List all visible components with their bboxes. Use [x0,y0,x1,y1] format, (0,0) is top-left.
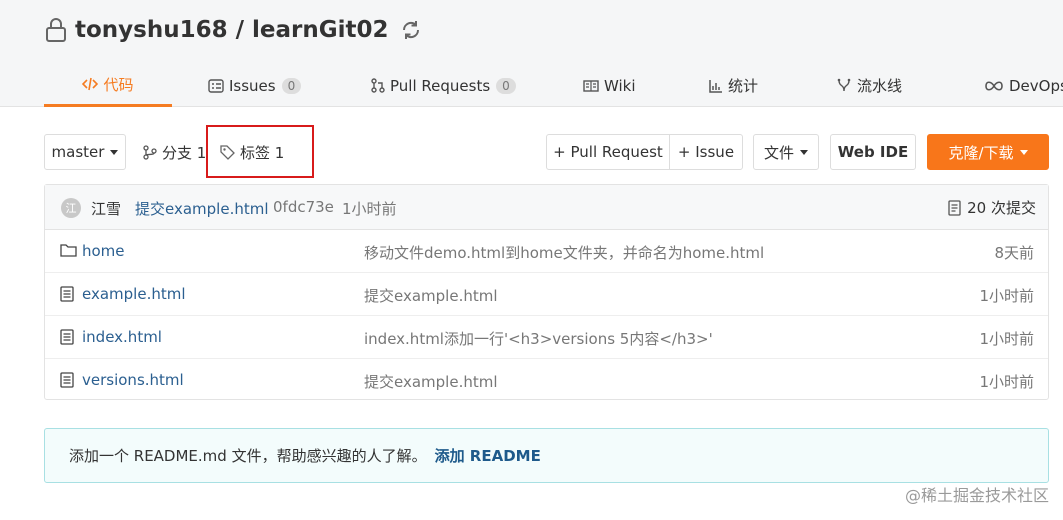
code-icon [82,77,99,91]
repo-title[interactable]: tonyshu168 / learnGit02 [75,17,389,43]
avatar[interactable]: 江 [61,198,81,218]
latest-commit-bar: 江 江雪 提交example.html 0fdc73e 1小时前 20 次提交 [45,185,1048,230]
file-name[interactable]: home [82,242,125,260]
clone-download-button[interactable]: 克隆/下载 [927,134,1049,170]
tab-label: 代码 [103,75,134,94]
commit-time: 1小时前 [342,200,397,218]
file-commit-message[interactable]: index.html添加一行'<h3>versions 5内容</h3>' [364,328,713,349]
branches-link[interactable]: 分支 1 [143,134,206,170]
file-icon [60,329,74,345]
web-ide-button[interactable]: Web IDE [830,134,916,170]
tab-wiki[interactable]: Wiki [583,64,636,107]
file-name[interactable]: versions.html [82,371,184,389]
new-issue-button[interactable]: + Issue [669,134,743,170]
file-commit-message[interactable]: 移动文件demo.html到home文件夹，并命名为home.html [364,242,764,263]
file-icon [60,286,74,302]
tab-label: 流水线 [857,77,903,95]
file-menu-label: 文件 [763,143,794,162]
pr-count-badge: 0 [496,77,516,94]
commit-author[interactable]: 江雪 [91,198,121,219]
file-time: 1小时前 [979,373,1034,391]
issues-count-badge: 0 [281,77,302,94]
tab-pull-requests[interactable]: Pull Requests 0 [371,64,516,107]
file-name[interactable]: index.html [82,328,162,346]
tab-issues[interactable]: Issues 0 [208,64,302,107]
web-ide-label: Web IDE [837,143,909,161]
file-table: 江 江雪 提交example.html 0fdc73e 1小时前 20 次提交 … [44,184,1049,400]
new-pull-request-button[interactable]: + Pull Request [546,134,670,170]
file-time: 1小时前 [979,330,1034,348]
tab-label: Pull Requests [390,76,491,95]
readme-notice-text: 添加一个 README.md 文件，帮助感兴趣的人了解。 [69,447,427,465]
new-pull-request-label: + Pull Request [553,143,663,161]
tab-label: 统计 [728,77,759,95]
tab-pipeline[interactable]: 流水线 [836,64,902,107]
tab-label: Issues [229,76,276,95]
commits-icon [948,199,961,216]
chevron-down-icon [1019,149,1028,155]
pull-request-icon [371,78,385,93]
watermark: @稀土掘金技术社区 [904,486,1049,505]
tab-label: Wiki [604,76,636,95]
branch-icon [143,144,157,160]
table-row[interactable]: example.html 提交example.html 1小时前 [45,273,1048,316]
branch-select[interactable]: master [44,134,126,170]
file-time: 1小时前 [979,287,1034,305]
file-icon [60,372,74,388]
wiki-icon [583,79,599,92]
table-row[interactable]: home 移动文件demo.html到home文件夹，并命名为home.html… [45,230,1048,273]
commit-sha[interactable]: 0fdc73e [273,198,334,216]
lock-icon [46,18,66,42]
tab-label: DevOps [1009,76,1063,95]
tab-code[interactable]: 代码 [44,64,172,107]
commit-message[interactable]: 提交example.html [135,198,269,219]
table-row[interactable]: index.html index.html添加一行'<h3>versions 5… [45,316,1048,359]
sync-icon[interactable] [399,18,423,42]
issues-icon [208,78,224,93]
branches-label: 分支 1 [162,143,207,162]
folder-icon [60,244,77,257]
add-readme-link[interactable]: 添加 README [435,445,541,466]
file-commit-message[interactable]: 提交example.html [364,285,498,306]
repo-title-bar: tonyshu168 / learnGit02 [45,14,423,46]
readme-notice: 添加一个 README.md 文件，帮助感兴趣的人了解。 添加 README [44,428,1049,483]
chevron-down-icon [800,149,808,155]
new-issue-label: + Issue [677,143,735,161]
clone-download-label: 克隆/下载 [948,143,1014,162]
tab-stats[interactable]: 统计 [709,64,758,107]
commit-count-label: 20 次提交 [967,199,1036,217]
repo-header: tonyshu168 / learnGit02 代码 Issues 0 Pull… [0,0,1063,107]
file-name[interactable]: example.html [82,285,186,303]
chevron-down-icon [110,149,119,155]
tab-devops[interactable]: DevOps [984,64,1063,107]
bar-chart-icon [709,79,722,93]
table-row[interactable]: versions.html 提交example.html 1小时前 [45,359,1048,402]
pipeline-icon [837,78,851,92]
annotation-highlight-box [206,125,314,178]
file-commit-message[interactable]: 提交example.html [364,371,498,392]
branch-select-label: master [51,143,105,161]
commit-count-link[interactable]: 20 次提交 [948,197,1036,218]
file-menu-button[interactable]: 文件 [753,134,819,170]
file-time: 8天前 [994,244,1034,262]
infinity-icon [985,80,1003,91]
